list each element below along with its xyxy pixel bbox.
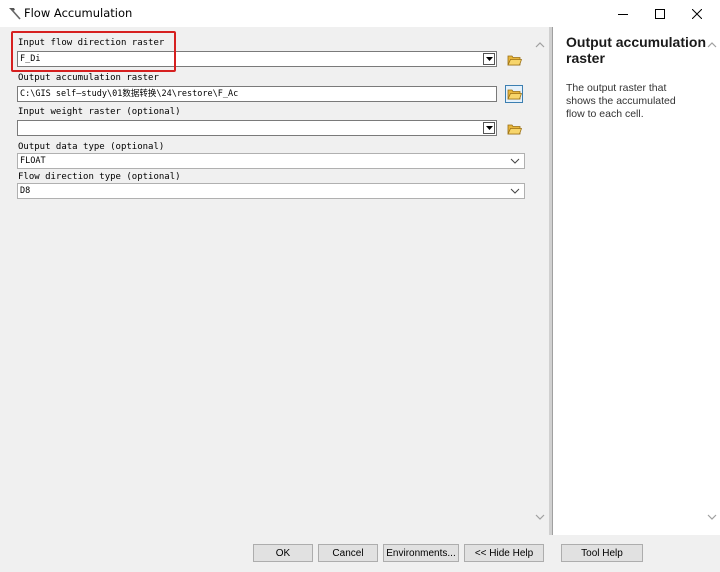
- scroll-down-icon[interactable]: [706, 511, 718, 523]
- chevron-down-icon: [510, 158, 520, 164]
- input-weight-browse-button[interactable]: [505, 120, 523, 138]
- output-accumulation-label: Output accumulation raster: [18, 73, 159, 83]
- annotation-highlight-box: [11, 31, 176, 72]
- minimize-icon: [618, 13, 628, 15]
- output-accumulation-value: C:\GIS self—study\01数据转换\24\restore\F_Ac: [20, 89, 239, 99]
- scroll-up-icon[interactable]: [534, 39, 546, 51]
- window-title: Flow Accumulation: [24, 6, 133, 20]
- environments-button[interactable]: Environments...: [383, 544, 459, 562]
- folder-open-icon: [506, 55, 522, 65]
- output-accumulation-browse-button[interactable]: [505, 85, 523, 103]
- tool-help-button[interactable]: Tool Help: [561, 544, 643, 562]
- triangle-down-icon: [485, 57, 493, 61]
- help-pane: Output accumulation raster The output ra…: [552, 27, 720, 535]
- input-weight-field[interactable]: [17, 120, 497, 136]
- hammer-icon: [9, 8, 21, 20]
- input-weight-dropdown[interactable]: [483, 122, 495, 134]
- output-data-type-select[interactable]: FLOAT: [17, 153, 525, 169]
- cancel-button[interactable]: Cancel: [318, 544, 378, 562]
- form-scrollbar[interactable]: [531, 27, 549, 535]
- help-text: The output raster that shows the accumul…: [566, 82, 676, 120]
- input-flow-direction-browse-button[interactable]: [505, 51, 523, 69]
- scroll-up-icon[interactable]: [706, 39, 718, 51]
- flow-direction-type-select[interactable]: D8: [17, 183, 525, 199]
- close-button[interactable]: [674, 0, 720, 27]
- folder-open-icon: [506, 124, 522, 134]
- button-bar: OK Cancel Environments... << Hide Help T…: [0, 535, 720, 572]
- close-icon: [692, 8, 702, 19]
- flow-direction-type-label: Flow direction type (optional): [18, 172, 181, 182]
- maximize-icon: [655, 8, 665, 19]
- folder-open-icon: [506, 89, 522, 99]
- input-flow-direction-dropdown[interactable]: [483, 53, 495, 65]
- triangle-down-icon: [485, 126, 493, 130]
- title-bar: Flow Accumulation: [0, 0, 720, 27]
- help-scrollbar[interactable]: [703, 27, 720, 535]
- flow-direction-type-value: D8: [20, 186, 31, 196]
- input-weight-label: Input weight raster (optional): [18, 107, 181, 117]
- scroll-down-icon[interactable]: [534, 511, 546, 523]
- parameter-form: [0, 27, 549, 535]
- output-data-type-value: FLOAT: [20, 156, 46, 166]
- help-title: Output accumulation raster: [566, 34, 706, 66]
- output-accumulation-field[interactable]: C:\GIS self—study\01数据转换\24\restore\F_Ac: [17, 86, 497, 102]
- ok-button[interactable]: OK: [253, 544, 313, 562]
- hide-help-button[interactable]: << Hide Help: [464, 544, 544, 562]
- chevron-down-icon: [510, 188, 520, 194]
- output-data-type-label: Output data type (optional): [18, 142, 165, 152]
